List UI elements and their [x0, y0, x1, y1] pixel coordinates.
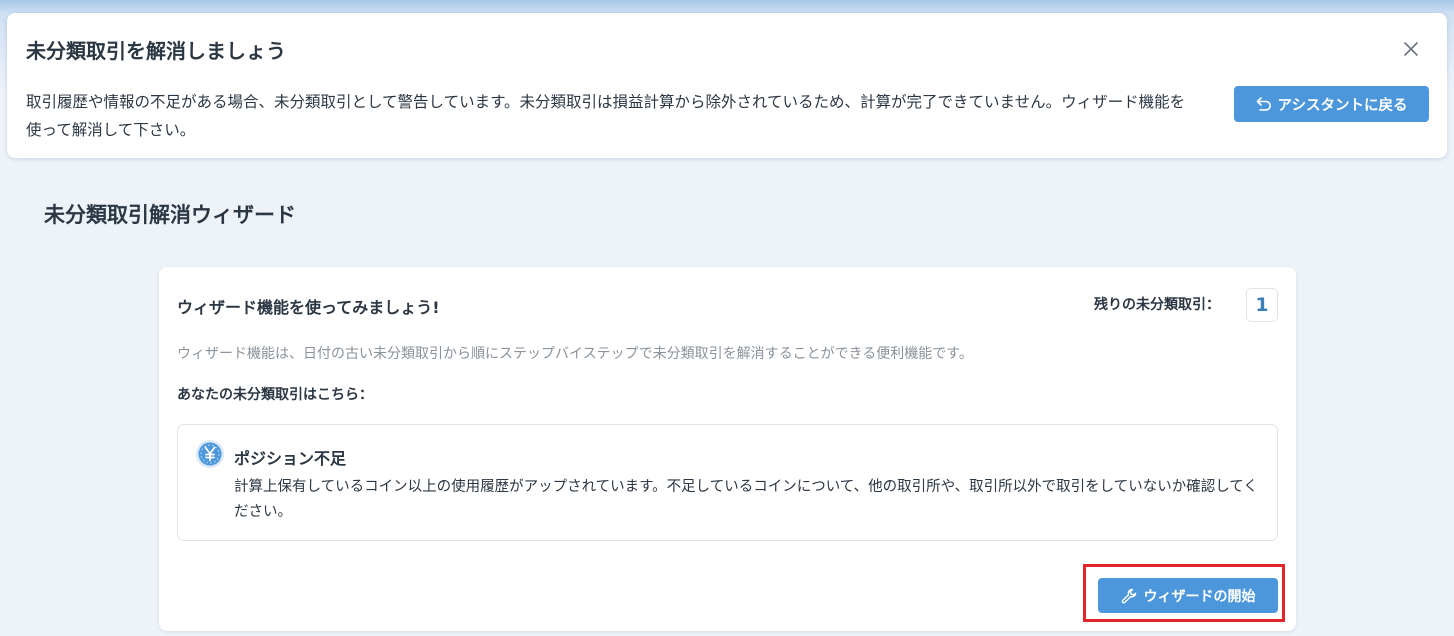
unclassified-list-heading: あなたの未分類取引はこちら：: [177, 387, 373, 403]
yen-coin-icon: [195, 439, 225, 469]
close-icon[interactable]: [1400, 38, 1422, 60]
unclassified-notice-banner: 未分類取引を解消しましょう 取引履歴や情報の不足がある場合、未分類取引として警告…: [7, 13, 1447, 158]
remaining-unclassified-count: 1: [1246, 288, 1278, 322]
issue-item-position-shortage: ポジション不足 計算上保有しているコイン以上の使用履歴がアップされています。不足…: [177, 424, 1278, 541]
issue-title: ポジション不足: [234, 449, 347, 468]
remaining-unclassified-label: 残りの未分類取引：: [1094, 297, 1220, 313]
notice-body: 取引履歴や情報の不足がある場合、未分類取引として警告しています。未分類取引は損益…: [26, 93, 1186, 139]
issue-description: 計算上保有しているコイン以上の使用履歴がアップされています。不足しているコインに…: [234, 479, 1258, 520]
undo-arrow-icon: [1256, 97, 1272, 111]
wrench-icon: [1121, 588, 1137, 604]
wizard-card: ウィザード機能を使ってみましょう! 残りの未分類取引： 1 ウィザード機能は、日…: [159, 267, 1296, 631]
start-wizard-label: ウィザードの開始: [1143, 588, 1256, 605]
wizard-card-title: ウィザード機能を使ってみましょう!: [177, 298, 440, 317]
start-wizard-button[interactable]: ウィザードの開始: [1098, 578, 1278, 613]
wizard-description: ウィザード機能は、日付の古い未分類取引から順にステップバイステップで未分類取引を…: [177, 346, 973, 362]
back-to-assistant-label: アシスタントに戻る: [1277, 97, 1408, 114]
page-title: 未分類取引解消ウィザード: [44, 203, 296, 227]
notice-title: 未分類取引を解消しましょう: [26, 39, 286, 63]
back-to-assistant-button[interactable]: アシスタントに戻る: [1234, 86, 1429, 122]
